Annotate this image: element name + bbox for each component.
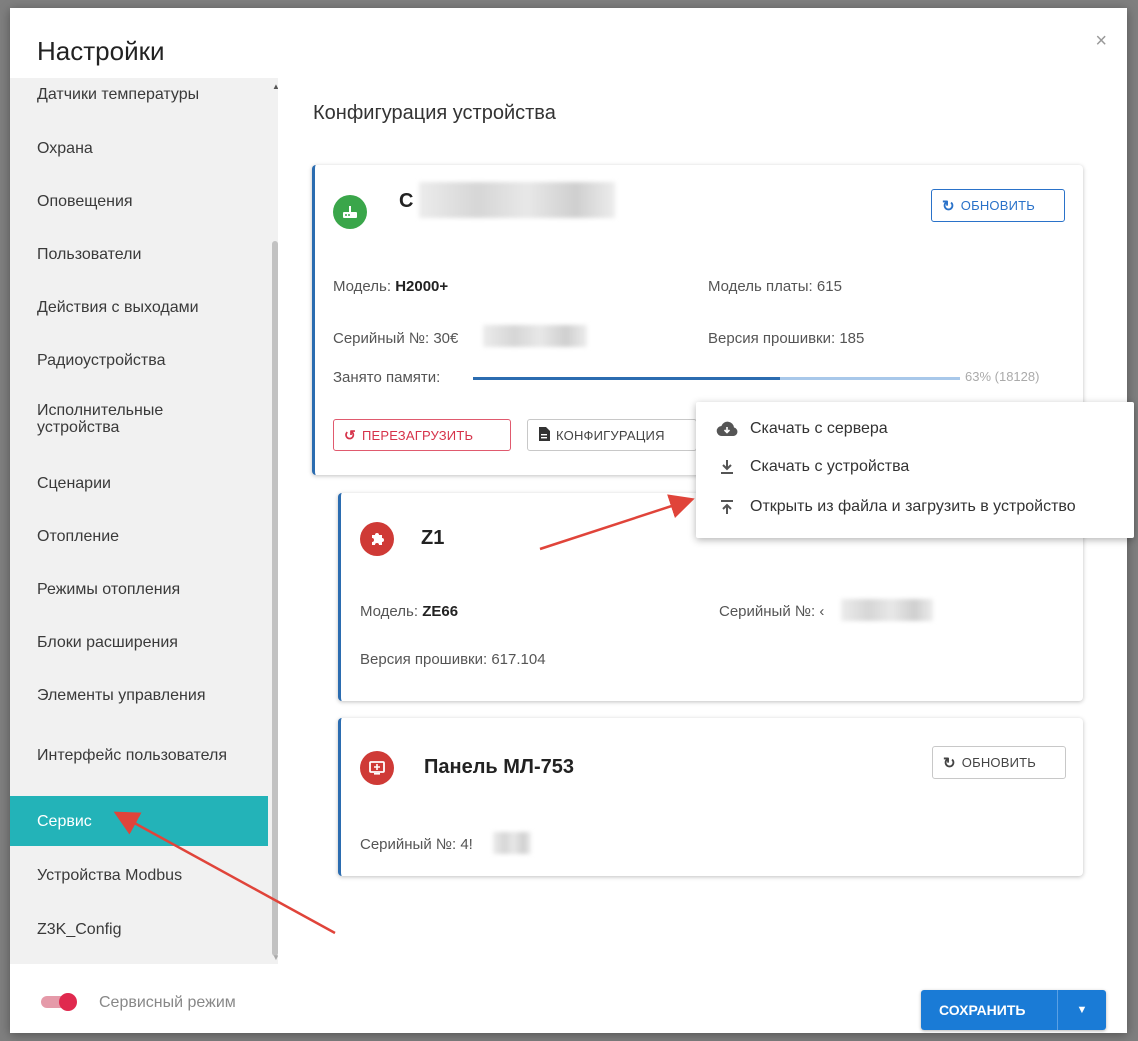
sidebar-item-label: Z3K_Config: [37, 920, 122, 938]
router-icon: [333, 195, 367, 229]
sidebar-item-z3k-config[interactable]: Z3K_Config: [10, 904, 268, 954]
service-mode-label: Сервисный режим: [99, 994, 236, 1011]
sidebar-item-label: Оповещения: [37, 192, 133, 210]
save-button[interactable]: СОХРАНИТЬ: [921, 990, 1057, 1030]
menu-item-label: Скачать с сервера: [750, 420, 888, 437]
sidebar-item-label: Охрана: [37, 139, 93, 157]
puzzle-icon: [360, 522, 394, 556]
sidebar-item-label: Исполнительные устройства: [37, 402, 164, 436]
sidebar-item-temperature-sensors[interactable]: Датчики температуры: [10, 82, 268, 116]
sidebar-item-controls[interactable]: Элементы управления: [10, 671, 268, 719]
redacted-name: [419, 182, 615, 218]
sidebar-item-label: Датчики температуры: [37, 86, 200, 103]
sidebar-item-scenarios[interactable]: Сценарии: [10, 459, 268, 507]
close-icon[interactable]: ×: [1095, 30, 1107, 53]
sidebar-item-user-interface[interactable]: Интерфейс пользователя: [10, 724, 268, 786]
refresh-label: ОБНОВИТЬ: [960, 198, 1036, 213]
refresh-label: ОБНОВИТЬ: [961, 755, 1037, 770]
refresh-icon: ↻: [943, 754, 956, 772]
redacted-serial: [483, 325, 587, 347]
memory-label: Занято памяти:: [333, 369, 441, 386]
sidebar-item-modbus-devices[interactable]: Устройства Modbus: [10, 850, 268, 900]
memory-progress-fill: [473, 377, 780, 380]
sidebar-item-label: Элементы управления: [37, 686, 206, 704]
configuration-label: КОНФИГУРАЦИЯ: [556, 427, 665, 443]
menu-item-upload-from-file[interactable]: Открыть из файла и загрузить в устройств…: [716, 496, 1076, 518]
menu-item-label: Скачать с устройства: [750, 458, 910, 475]
memory-value: 63% (18128): [965, 369, 1040, 384]
reboot-button[interactable]: ↺ ПЕРЕЗАГРУЗИТЬ: [333, 419, 511, 451]
serial-field: Серийный №: 30€: [333, 330, 459, 347]
scroll-down-icon[interactable]: ▼: [272, 953, 278, 962]
firmware-field: Версия прошивки: 617.104: [360, 651, 546, 668]
dialog-title: Настройки: [37, 36, 165, 66]
reboot-label: ПЕРЕЗАГРУЗИТЬ: [361, 427, 474, 443]
sidebar-item-output-actions[interactable]: Действия с выходами: [10, 283, 268, 331]
download-icon: [716, 456, 738, 478]
sidebar-item-label: Радиоустройства: [37, 351, 166, 369]
sidebar-item-label: Сценарии: [37, 474, 111, 492]
device-name: Панель МЛ-753: [424, 756, 574, 778]
save-button-group: СОХРАНИТЬ ▼: [921, 990, 1106, 1030]
serial-field: Серийный №: 4!: [360, 836, 473, 853]
sidebar-item-notifications[interactable]: Оповещения: [10, 177, 268, 225]
sidebar-item-label: Действия с выходами: [37, 298, 199, 316]
sidebar-item-label: Режимы отопления: [37, 580, 181, 598]
model-field: Модель: ZE66: [360, 603, 459, 620]
model-field: Модель: H2000+: [333, 278, 449, 295]
sidebar-item-label: Сервис: [37, 812, 92, 830]
configuration-menu: Скачать с сервера Скачать с устройства О…: [696, 402, 1134, 538]
redacted-serial: [493, 832, 531, 854]
upload-icon: [716, 496, 738, 518]
panel-icon: [360, 751, 394, 785]
sidebar-item-security[interactable]: Охрана: [10, 124, 268, 172]
configuration-button[interactable]: КОНФИГУРАЦИЯ: [527, 419, 697, 451]
document-icon: [538, 426, 550, 444]
sidebar-item-actuators[interactable]: Исполнительные устройства: [10, 389, 268, 449]
firmware-field: Версия прошивки: 185: [708, 330, 865, 347]
refresh-icon: ↻: [942, 197, 955, 215]
chevron-down-icon[interactable]: ▼: [1058, 990, 1106, 1030]
board-model-field: Модель платы: 615: [708, 278, 842, 295]
scrollbar-thumb[interactable]: [272, 241, 278, 956]
power-icon: ↺: [344, 426, 356, 443]
serial-field: Серийный №: ‹: [719, 603, 825, 620]
sidebar-item-label: Интерфейс пользователя: [37, 746, 228, 764]
sidebar-item-service[interactable]: Сервис: [10, 796, 268, 846]
sidebar-item-heating[interactable]: Отопление: [10, 512, 268, 560]
menu-item-download-from-server[interactable]: Скачать с сервера: [716, 418, 888, 440]
device-card-panel: Панель МЛ-753 ↻ ОБНОВИТЬ Серийный №: 4!: [338, 718, 1083, 876]
sidebar: Датчики температуры Охрана Оповещения По…: [10, 78, 278, 964]
section-title: Конфигурация устройства: [313, 102, 556, 124]
sidebar-item-label: Пользователи: [37, 245, 142, 263]
device-name: Z1: [421, 527, 445, 549]
menu-item-download-from-device[interactable]: Скачать с устройства: [716, 456, 909, 478]
sidebar-item-label: Отопление: [37, 527, 120, 545]
sidebar-item-label: Блоки расширения: [37, 633, 178, 651]
sidebar-item-label: Устройства Modbus: [37, 866, 183, 884]
cloud-download-icon: [716, 418, 738, 440]
sidebar-item-heating-modes[interactable]: Режимы отопления: [10, 565, 268, 613]
sidebar-item-expansion-blocks[interactable]: Блоки расширения: [10, 618, 268, 666]
memory-progress-bar: [473, 377, 960, 380]
sidebar-item-radio-devices[interactable]: Радиоустройства: [10, 336, 268, 384]
refresh-button[interactable]: ↻ ОБНОВИТЬ: [931, 189, 1065, 222]
menu-item-label: Открыть из файла и загрузить в устройств…: [750, 498, 1076, 515]
scroll-up-icon[interactable]: ▲: [272, 82, 278, 91]
refresh-button[interactable]: ↻ ОБНОВИТЬ: [932, 746, 1066, 779]
sidebar-item-users[interactable]: Пользователи: [10, 230, 268, 278]
redacted-serial: [841, 599, 933, 621]
service-mode-toggle[interactable]: [37, 993, 81, 1011]
device-name: С: [399, 190, 414, 212]
